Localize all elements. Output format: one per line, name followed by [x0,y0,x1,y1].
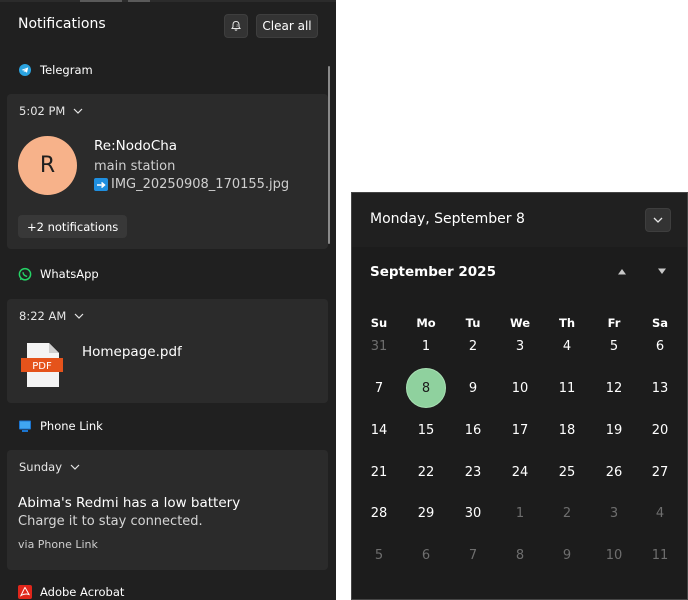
calendar-day[interactable]: 16 [453,410,493,450]
calendar-day[interactable]: 24 [500,452,540,492]
phone-link-icon [18,419,32,433]
chevron-down-icon [74,313,84,319]
time-label: 5:02 PM [19,104,66,118]
do-not-disturb-button[interactable]: z [224,14,248,38]
calendar-day[interactable]: 15 [406,410,446,450]
calendar-day[interactable]: 19 [594,410,634,450]
calendar-day[interactable]: 18 [547,410,587,450]
notification-body: Charge it to stay connected. [18,514,203,529]
calendar-day[interactable]: 8 [500,535,540,575]
chevron-down-icon [70,464,80,470]
calendar-day[interactable]: 10 [594,535,634,575]
calendar-day[interactable]: 31 [359,326,399,366]
calendar-day[interactable]: 6 [406,535,446,575]
calendar-day[interactable]: 13 [640,368,680,408]
notification-card-whatsapp[interactable]: 8:22 AM PDF Homepage.pdf [7,299,328,403]
calendar-day[interactable]: 17 [500,410,540,450]
calendar-day[interactable]: 26 [594,452,634,492]
notification-card-phone-link[interactable]: Sunday Abima's Redmi has a low battery C… [7,450,328,570]
calendar-day[interactable]: 5 [594,326,634,366]
calendar-day[interactable]: 22 [406,452,446,492]
app-header-adobe-acrobat[interactable]: Adobe Acrobat [18,582,124,600]
calendar-day[interactable]: 7 [453,535,493,575]
chevron-down-icon [73,108,83,114]
notification-center: Notifications z Clear all Telegram 5:02 … [0,0,336,600]
chevron-down-icon [653,217,663,223]
notification-time[interactable]: 8:22 AM [19,309,84,323]
calendar-day[interactable]: 12 [594,368,634,408]
caret-down-icon [658,268,666,274]
attachment-name: IMG_20250908_170155.jpg [111,177,290,192]
calendar-day[interactable]: 1 [500,493,540,533]
time-label: Sunday [19,460,63,474]
app-header-telegram[interactable]: Telegram [18,60,93,80]
calendar-day[interactable]: 4 [547,326,587,366]
whatsapp-icon [18,267,32,281]
caret-up-icon [618,268,626,274]
notification-time[interactable]: Sunday [19,460,80,474]
attachment-line: IMG_20250908_170155.jpg [94,177,289,192]
notification-card-telegram[interactable]: 5:02 PM R Re:NodoCha main station IMG_20… [7,94,328,249]
calendar-day[interactable]: 2 [453,326,493,366]
pdf-file-icon: PDF [21,343,63,387]
calendar-date-header: Monday, September 8 [370,211,525,227]
app-label: Telegram [40,63,93,77]
notification-title: Abima's Redmi has a low battery [18,495,241,511]
notification-header: Notifications z Clear all [0,10,336,42]
collapse-calendar-button[interactable] [645,208,671,232]
message-text: main station [94,159,176,174]
telegram-icon [18,63,32,77]
next-month-button[interactable] [656,266,668,276]
calendar-day[interactable]: 3 [500,326,540,366]
calendar-day[interactable]: 4 [640,493,680,533]
top-edge [0,0,336,2]
calendar-day[interactable]: 21 [359,452,399,492]
time-label: 8:22 AM [19,309,67,323]
notification-source: via Phone Link [18,538,98,551]
calendar-day[interactable]: 25 [547,452,587,492]
sender-name: Re:NodoCha [94,138,178,154]
app-label: Phone Link [40,419,103,433]
avatar: R [18,136,77,195]
calendar-day[interactable]: 28 [359,493,399,533]
calendar-day[interactable]: 2 [547,493,587,533]
calendar-day[interactable]: 6 [640,326,680,366]
month-label[interactable]: September 2025 [370,264,496,280]
notifications-title: Notifications [18,16,106,32]
previous-month-button[interactable] [616,266,628,276]
calendar-day[interactable]: 11 [547,368,587,408]
attachment-name: Homepage.pdf [82,344,182,360]
notification-time[interactable]: 5:02 PM [19,104,83,118]
calendar-day[interactable]: 23 [453,452,493,492]
pdf-badge-label: PDF [32,361,52,372]
svg-text:z: z [236,24,238,28]
scrollbar-thumb[interactable] [328,66,330,244]
bell-snooze-icon: z [231,20,241,31]
calendar-day[interactable]: 20 [640,410,680,450]
clear-all-button[interactable]: Clear all [256,14,318,38]
calendar-day[interactable]: 27 [640,452,680,492]
calendar-day[interactable]: 1 [406,326,446,366]
more-notifications-button[interactable]: +2 notifications [18,215,128,238]
calendar-day[interactable]: 5 [359,535,399,575]
calendar-body: September 2025 Su Mo Tu We Th Fr Sa 31 1 2 3 4 5 6 7 8 9… [352,247,687,599]
calendar-day[interactable]: 9 [547,535,587,575]
calendar-flyout: Monday, September 8 September 2025 Su Mo T… [351,192,688,600]
app-label: Adobe Acrobat [40,585,125,599]
app-header-whatsapp[interactable]: WhatsApp [18,264,99,284]
acrobat-icon [18,585,32,599]
app-header-phone-link[interactable]: Phone Link [18,416,103,436]
calendar-day[interactable]: 11 [640,535,680,575]
calendar-day[interactable]: 3 [594,493,634,533]
calendar-day[interactable]: 29 [406,493,446,533]
calendar-day[interactable]: 30 [453,493,493,533]
calendar-day-today[interactable]: 8 [406,368,446,408]
app-label: WhatsApp [40,267,99,281]
right-arrow-icon [94,178,108,191]
calendar-day[interactable]: 7 [359,368,399,408]
calendar-day[interactable]: 14 [359,410,399,450]
calendar-day[interactable]: 9 [453,368,493,408]
calendar-day[interactable]: 10 [500,368,540,408]
